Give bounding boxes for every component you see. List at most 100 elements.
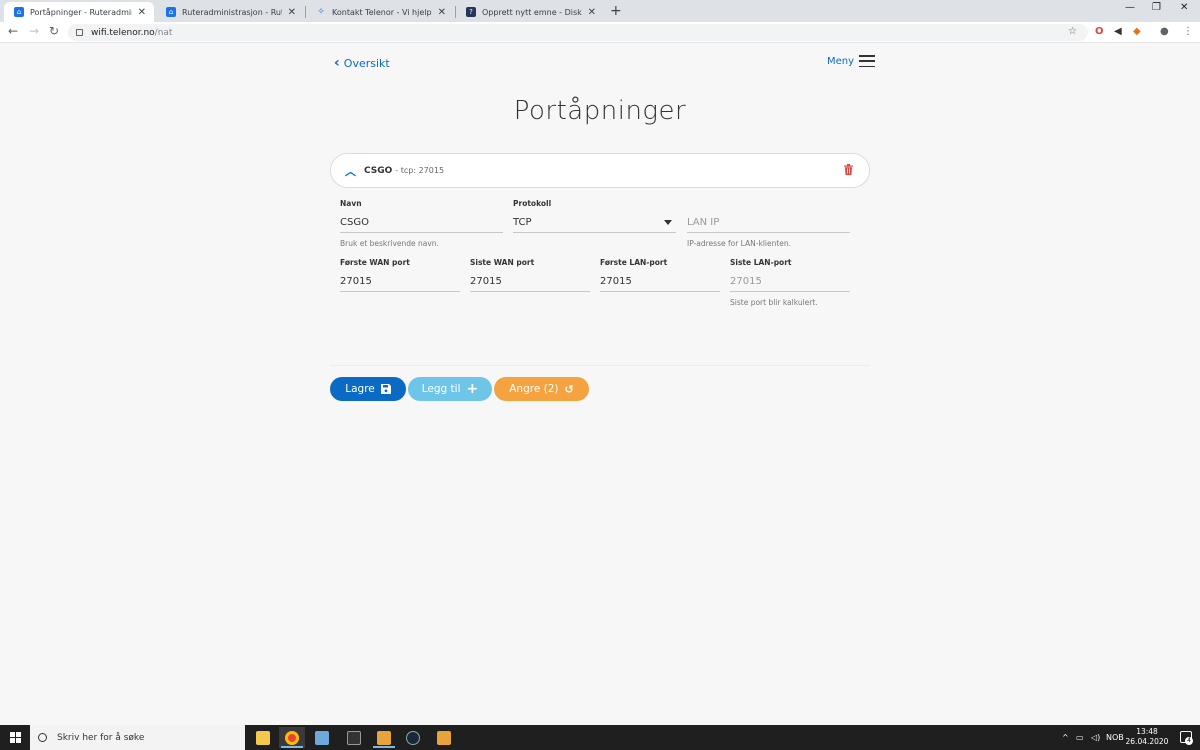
- opera-extension-icon[interactable]: O: [1095, 26, 1104, 37]
- first-lan-port-field: Første LAN-port 27015: [600, 258, 720, 292]
- steam-icon[interactable]: [400, 727, 426, 748]
- profile-avatar-icon[interactable]: ●: [1160, 26, 1169, 37]
- kebab-menu-icon[interactable]: ⋮: [1183, 26, 1193, 37]
- save-button-label: Lagre: [345, 383, 375, 395]
- tab-title: Ruteradministrasjon - Ruteradmi: [182, 7, 282, 17]
- browser-tab-diskusjon[interactable]: ? Opprett nytt emne - Diskusjon.no ✕: [456, 2, 604, 22]
- page-content: ‹ Oversikt Meny Portåpninger ︿ CSGO - tc…: [0, 43, 1200, 725]
- navn-input[interactable]: CSGO: [340, 215, 503, 233]
- restore-icon[interactable]: ❐: [1152, 2, 1161, 13]
- notification-count-badge: 4: [1185, 737, 1193, 745]
- protokoll-select[interactable]: TCP: [513, 215, 676, 233]
- rule-name: CSGO: [364, 165, 393, 176]
- protokoll-field: Protokoll TCP: [513, 199, 676, 233]
- url-path: /nat: [154, 27, 173, 38]
- tab-title: Kontakt Telenor - Vi hjelper deg: [332, 7, 432, 17]
- navn-hint: Bruk et beskrivende navn.: [340, 239, 439, 248]
- last-lan-port-hint: Siste port blir kalkulert.: [730, 298, 818, 307]
- undo-button[interactable]: Angre (2) ↺: [494, 377, 589, 401]
- floppy-disk-icon: [380, 384, 391, 394]
- protokoll-label: Protokoll: [513, 199, 552, 208]
- last-lan-port-input: 27015: [730, 274, 850, 292]
- volume-icon[interactable]: ◁): [1091, 725, 1100, 750]
- page-title: Portåpninger: [513, 96, 687, 126]
- browser-tab-kontakt-telenor[interactable]: ✧ Kontakt Telenor - Vi hjelper deg ✕: [306, 2, 454, 22]
- minimize-icon[interactable]: —: [1125, 2, 1135, 13]
- bookmark-star-icon[interactable]: ☆: [1068, 26, 1077, 37]
- forward-arrow-icon[interactable]: →: [29, 24, 39, 38]
- close-tab-icon[interactable]: ✕: [138, 7, 146, 18]
- menu-button[interactable]: Meny: [827, 55, 876, 67]
- rule-summary: - tcp: 27015: [395, 166, 445, 175]
- first-wan-port-field: Første WAN port 27015: [340, 258, 460, 292]
- first-wan-port-input[interactable]: 27015: [340, 274, 460, 292]
- protokoll-value: TCP: [513, 217, 532, 228]
- close-window-icon[interactable]: ✕: [1180, 2, 1188, 13]
- metamask-extension-icon[interactable]: ◆: [1133, 26, 1141, 37]
- reload-icon[interactable]: ↻: [49, 24, 59, 38]
- notes-app-icon[interactable]: [309, 727, 335, 748]
- back-arrow-icon[interactable]: ←: [8, 24, 18, 38]
- tab-title: Portåpninger - Ruteradministrasj: [30, 7, 132, 17]
- url-host: wifi.telenor.no: [91, 27, 155, 38]
- router-favicon-icon: ⌂: [14, 7, 24, 17]
- browser-tab-portapninger[interactable]: ⌂ Portåpninger - Ruteradministrasj ✕: [4, 2, 154, 22]
- browser-tab-ruteradministrasjon[interactable]: ⌂ Ruteradministrasjon - Ruteradmi ✕: [156, 2, 304, 22]
- browser-toolbar: ← → ↻ wifi.telenor.no/nat ☆ O ◀ ◆ ● ⋮: [0, 22, 1200, 43]
- add-rule-button[interactable]: Legg til +: [408, 377, 492, 401]
- taskbar-clock[interactable]: 13:48 26.04.2020: [1124, 727, 1170, 747]
- csgo-server-icon[interactable]: [431, 727, 457, 748]
- chevron-up-icon: ︿: [345, 164, 356, 178]
- windows-taskbar: Skriv her for å søke ^ ▭ ◁) NOB 13:48 26…: [0, 725, 1200, 750]
- taskbar-search-box[interactable]: Skriv her for å søke: [30, 725, 245, 750]
- file-explorer-icon[interactable]: [250, 727, 276, 748]
- close-tab-icon[interactable]: ✕: [588, 7, 596, 18]
- clock-date: 26.04.2020: [1125, 737, 1169, 746]
- last-wan-port-field: Siste WAN port 27015: [470, 258, 590, 292]
- last-lan-port-label: Siste LAN-port: [730, 258, 792, 267]
- add-button-label: Legg til: [421, 383, 461, 395]
- csgo-icon[interactable]: [371, 727, 397, 748]
- save-button[interactable]: Lagre: [330, 377, 406, 401]
- trash-icon[interactable]: [844, 164, 853, 175]
- diskusjon-favicon-icon: ?: [466, 7, 476, 17]
- browser-tabstrip: ⌂ Portåpninger - Ruteradministrasj ✕ ⌂ R…: [0, 0, 1200, 22]
- last-wan-port-label: Siste WAN port: [470, 258, 535, 267]
- back-to-overview-link[interactable]: ‹ Oversikt: [334, 55, 390, 71]
- telenor-favicon-icon: ✧: [317, 7, 325, 17]
- taskbar-search-placeholder: Skriv her for å søke: [57, 732, 145, 743]
- hamburger-icon: [859, 55, 876, 67]
- port-rule-header[interactable]: ︿ CSGO - tcp: 27015: [330, 153, 870, 188]
- first-lan-port-label: Første LAN-port: [600, 258, 668, 267]
- section-divider: [330, 365, 870, 366]
- menu-label: Meny: [827, 55, 855, 67]
- address-bar[interactable]: wifi.telenor.no/nat: [68, 24, 1088, 41]
- undo-arrow-icon: ↺: [564, 382, 574, 396]
- plus-icon: +: [466, 381, 479, 397]
- megaphone-extension-icon[interactable]: ◀: [1114, 26, 1122, 37]
- lan-ip-input[interactable]: LAN IP: [687, 215, 850, 233]
- network-icon[interactable]: ▭: [1076, 725, 1084, 750]
- caret-down-icon: [664, 220, 672, 225]
- clock-time: 13:48: [1136, 727, 1158, 736]
- undo-button-label: Angre (2): [509, 383, 559, 395]
- last-lan-port-field: Siste LAN-port 27015 Siste port blir kal…: [730, 258, 850, 307]
- close-tab-icon[interactable]: ✕: [438, 7, 446, 18]
- close-tab-icon[interactable]: ✕: [288, 7, 296, 18]
- tray-chevron-up-icon[interactable]: ^: [1062, 725, 1069, 750]
- first-lan-port-input[interactable]: 27015: [600, 274, 720, 292]
- terminal-icon[interactable]: [341, 727, 367, 748]
- first-wan-port-label: Første WAN port: [340, 258, 410, 267]
- windows-start-icon[interactable]: [10, 732, 21, 743]
- new-tab-icon[interactable]: +: [610, 3, 622, 19]
- navn-label: Navn: [340, 199, 362, 208]
- last-wan-port-input[interactable]: 27015: [470, 274, 590, 292]
- lan-ip-hint: IP-adresse for LAN-klienten.: [687, 239, 792, 248]
- router-favicon-icon: ⌂: [166, 7, 176, 17]
- language-indicator[interactable]: NOB: [1106, 725, 1124, 750]
- lan-ip-field: LAN IP IP-adresse for LAN-klienten.: [687, 199, 850, 248]
- chrome-icon[interactable]: [279, 727, 305, 748]
- search-icon: [38, 733, 47, 742]
- back-link-label: Oversikt: [343, 56, 390, 70]
- lock-icon: [76, 29, 83, 36]
